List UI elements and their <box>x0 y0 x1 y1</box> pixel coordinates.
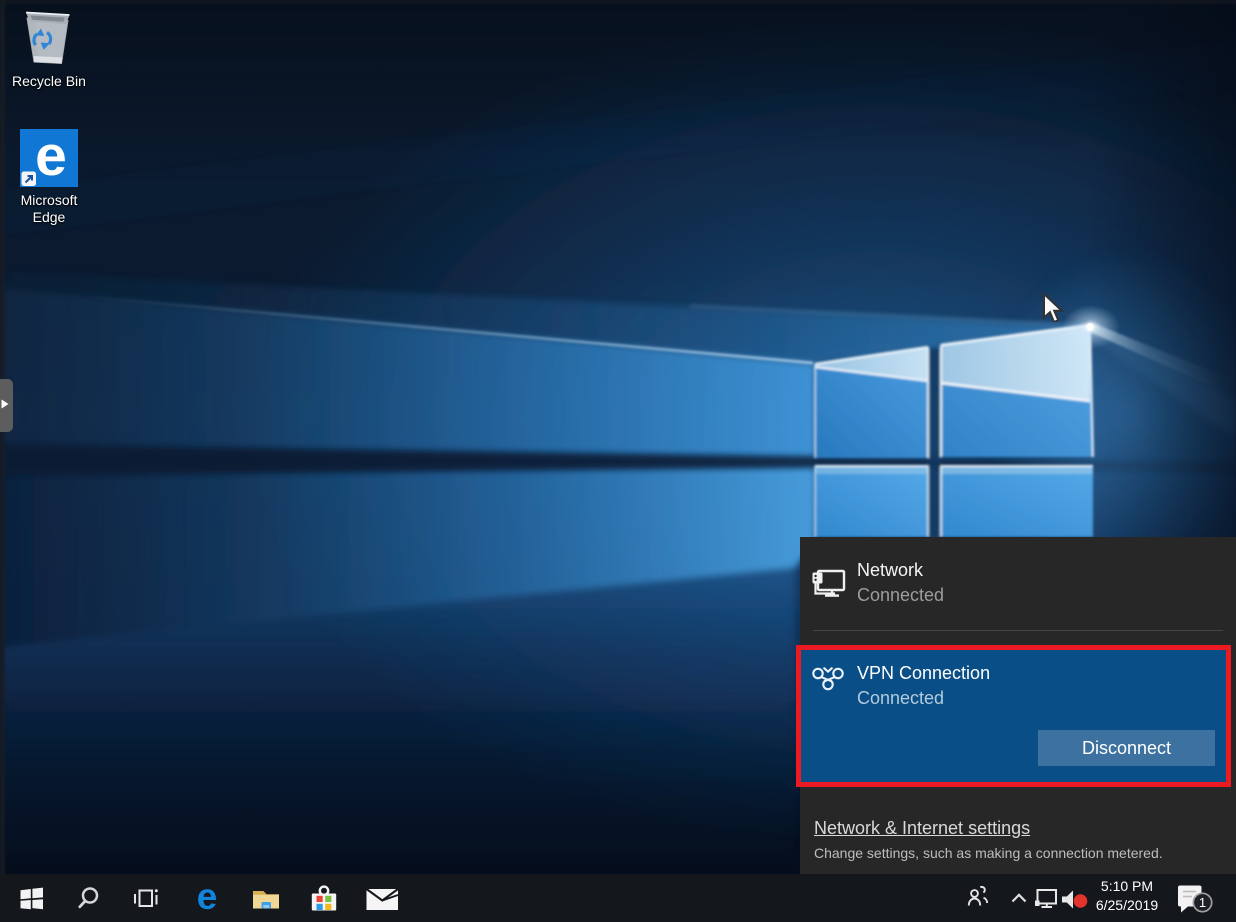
svg-text:e: e <box>197 876 218 917</box>
svg-text:1: 1 <box>1199 895 1206 910</box>
svg-text:e: e <box>35 124 67 188</box>
